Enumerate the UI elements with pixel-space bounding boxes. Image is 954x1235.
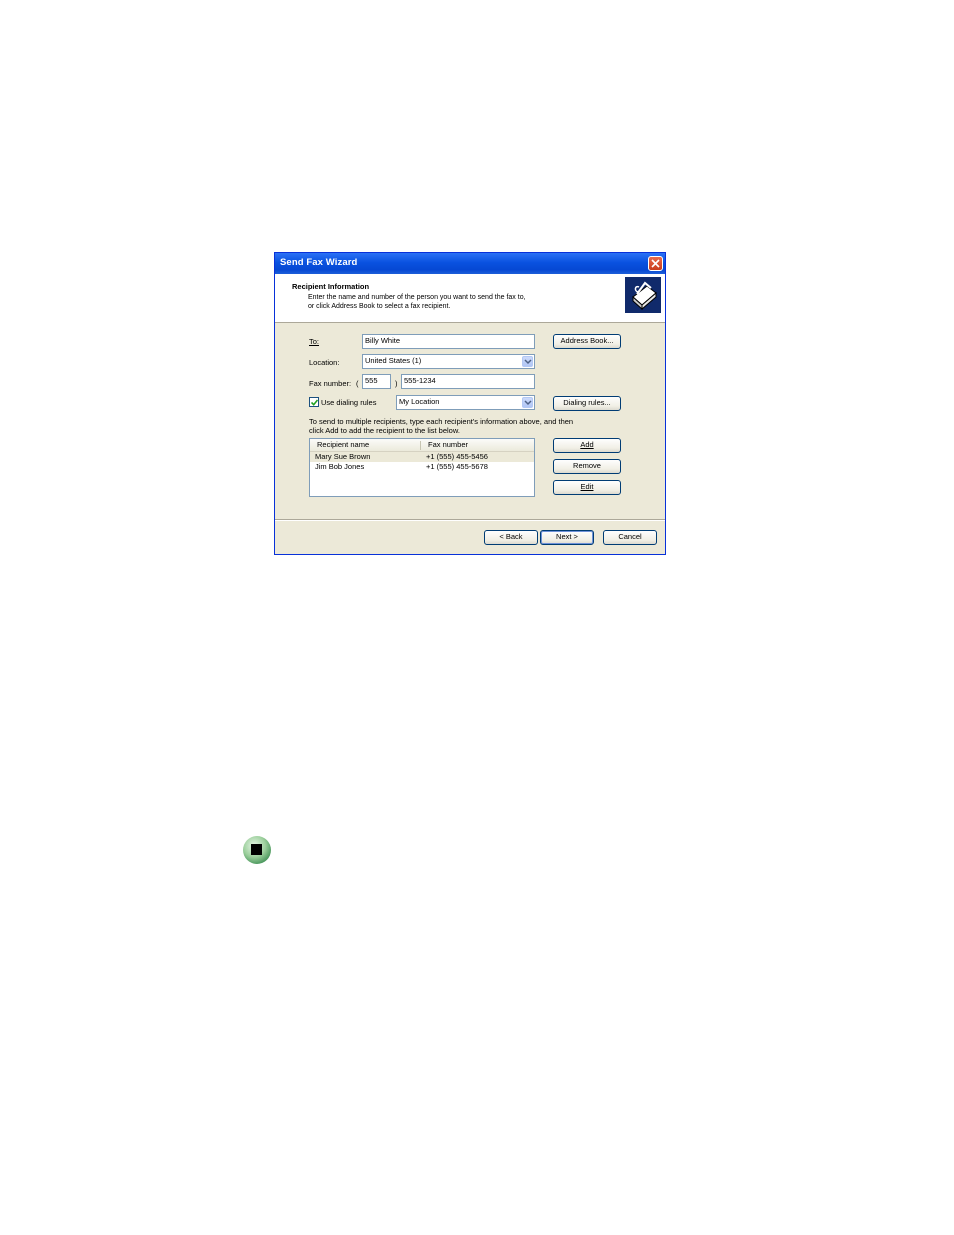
stop-icon [243, 836, 271, 864]
wizard-header: Recipient Information Enter the name and… [275, 274, 665, 323]
header-title: Recipient Information [292, 282, 370, 291]
chevron-down-icon[interactable] [522, 356, 533, 367]
fax-number-field[interactable]: 555-1234 [401, 374, 535, 389]
edit-button[interactable]: Edit [553, 480, 621, 495]
remove-button[interactable]: Remove [553, 459, 621, 474]
column-separator[interactable] [420, 441, 421, 450]
instructions-line-2: click Add to add the recipient to the li… [309, 426, 460, 435]
close-button[interactable] [648, 256, 663, 271]
header-description: Enter the name and number of the person … [308, 293, 608, 311]
add-button[interactable]: Add [553, 438, 621, 453]
send-fax-wizard-window: Send Fax Wizard Recipient Information En… [274, 252, 666, 555]
recipient-fax-cell: +1 (555) 455-5678 [426, 462, 488, 471]
footer-divider [275, 519, 665, 521]
to-label: To: [309, 337, 320, 346]
stop-square [251, 844, 262, 855]
header-description-line-1: Enter the name and number of the person … [308, 294, 526, 301]
cancel-button[interactable]: Cancel [603, 530, 657, 545]
table-row[interactable]: Mary Sue Brown +1 (555) 455-5456 [310, 452, 534, 462]
use-dialing-rules-label[interactable]: Use dialing rules [321, 398, 376, 407]
address-book-button[interactable]: Address Book... [553, 334, 621, 349]
use-dialing-rules-checkbox[interactable] [309, 397, 319, 407]
checkmark-icon [311, 399, 318, 406]
dialing-location-dropdown[interactable]: My Location [396, 395, 535, 410]
table-row[interactable]: Jim Bob Jones +1 (555) 455-5678 [310, 462, 534, 472]
dialing-location-value: My Location [399, 397, 440, 406]
fax-close-paren: ) [395, 379, 398, 388]
header-description-line-2: or click Address Book to select a fax re… [308, 303, 451, 310]
instructions-text: To send to multiple recipients, type eac… [309, 417, 573, 435]
back-button[interactable]: < Back [484, 530, 538, 545]
title-bar[interactable]: Send Fax Wizard [275, 253, 665, 274]
fax-machine-icon [625, 277, 661, 313]
to-field[interactable]: Billy White [362, 334, 535, 349]
recipient-list[interactable]: Recipient name Fax number Mary Sue Brown… [309, 438, 535, 497]
list-header: Recipient name Fax number [310, 439, 534, 452]
recipient-fax-cell: +1 (555) 455-5456 [426, 452, 488, 461]
location-value: United States (1) [365, 356, 422, 365]
column-header-recipient-name[interactable]: Recipient name [317, 440, 369, 449]
fax-number-label: Fax number: [309, 379, 352, 388]
chevron-down-icon[interactable] [522, 397, 533, 408]
instructions-line-1: To send to multiple recipients, type eac… [309, 417, 574, 426]
recipient-name-cell: Mary Sue Brown [315, 452, 371, 461]
recipient-name-cell: Jim Bob Jones [315, 462, 365, 471]
area-code-field[interactable]: 555 [362, 374, 391, 389]
fax-open-paren: ( [356, 379, 359, 388]
location-label: Location: [309, 358, 340, 367]
dialing-rules-button[interactable]: Dialing rules... [553, 396, 621, 411]
window-title: Send Fax Wizard [280, 257, 358, 268]
location-dropdown[interactable]: United States (1) [362, 354, 535, 369]
next-button[interactable]: Next > [540, 530, 594, 545]
close-icon [651, 259, 660, 268]
column-header-fax-number[interactable]: Fax number [428, 440, 468, 449]
